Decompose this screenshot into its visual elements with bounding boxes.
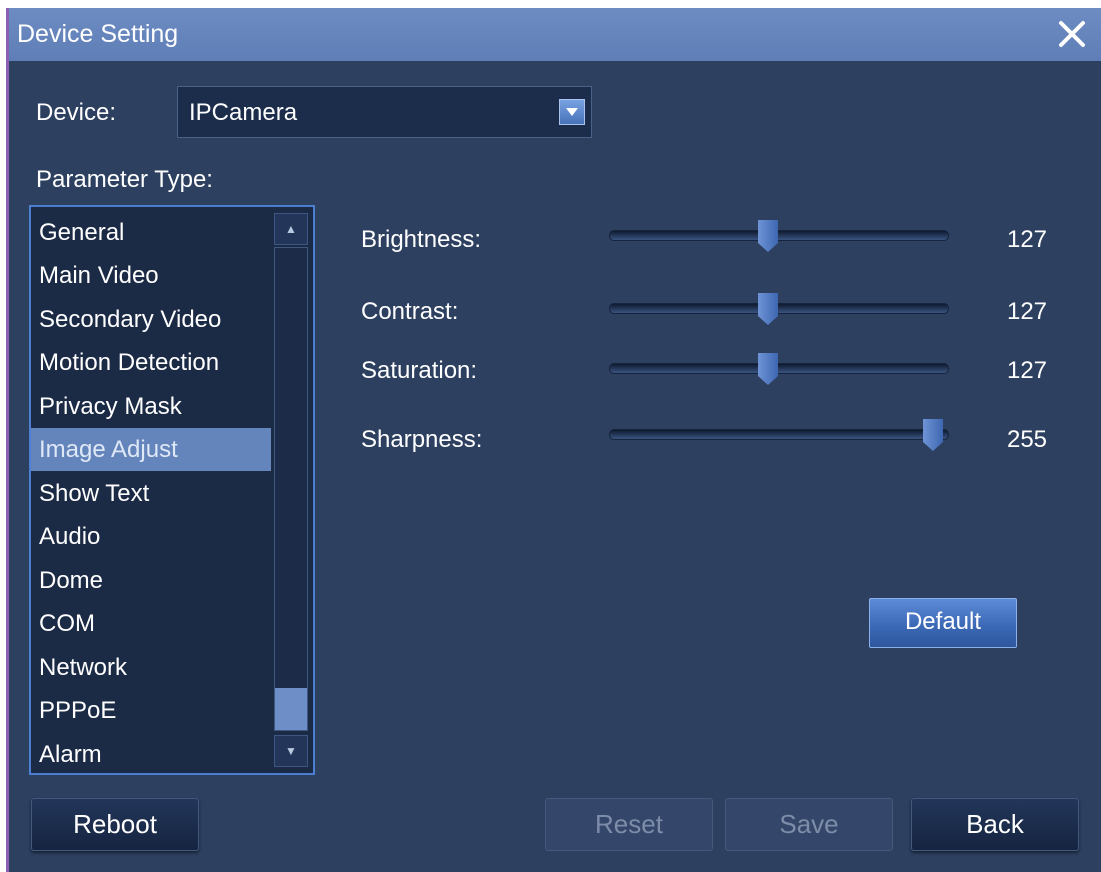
slider-thumb[interactable] (758, 353, 778, 385)
list-item-alarm[interactable]: Alarm (31, 733, 271, 776)
slider-track (609, 230, 949, 241)
save-button[interactable]: Save (725, 798, 893, 851)
list-item-pppoe[interactable]: PPPoE (31, 689, 271, 732)
title-bar: Device Setting (9, 8, 1101, 61)
reboot-button[interactable]: Reboot (31, 798, 199, 851)
slider-track (609, 429, 949, 440)
slider-thumb[interactable] (758, 220, 778, 252)
slider-track (609, 303, 949, 314)
list-item-dome[interactable]: Dome (31, 559, 271, 602)
list-item-com[interactable]: COM (31, 602, 271, 645)
list-item-main-video[interactable]: Main Video (31, 254, 271, 297)
scrollbar-thumb[interactable] (275, 688, 307, 730)
contrast-slider[interactable] (609, 293, 949, 325)
close-icon[interactable] (1053, 15, 1091, 53)
saturation-slider[interactable] (609, 353, 949, 385)
list-item-secondary-video[interactable]: Secondary Video (31, 298, 271, 341)
list-item-motion-detection[interactable]: Motion Detection (31, 341, 271, 384)
list-item-image-adjust[interactable]: Image Adjust (31, 428, 271, 471)
scroll-down-icon[interactable]: ▼ (274, 735, 308, 767)
slider-thumb[interactable] (758, 293, 778, 325)
slider-track (609, 363, 949, 374)
back-button[interactable]: Back (911, 798, 1079, 851)
scrollbar-track[interactable] (274, 247, 308, 731)
chevron-down-icon[interactable] (559, 99, 585, 125)
list-item-privacy-mask[interactable]: Privacy Mask (31, 385, 271, 428)
reset-button[interactable]: Reset (545, 798, 713, 851)
parameter-type-label: Parameter Type: (36, 166, 213, 193)
scroll-up-icon[interactable]: ▲ (274, 213, 308, 245)
sharpness-slider[interactable] (609, 419, 949, 451)
window-title: Device Setting (17, 20, 179, 48)
parameter-type-list: General Main Video Secondary Video Motio… (29, 205, 315, 775)
slider-thumb[interactable] (923, 419, 943, 451)
list-item-audio[interactable]: Audio (31, 515, 271, 558)
saturation-label: Saturation: (361, 357, 478, 384)
brightness-label: Brightness: (361, 226, 482, 253)
default-button[interactable]: Default (869, 598, 1017, 648)
device-dropdown-value: IPCamera (189, 99, 298, 126)
list-item-network[interactable]: Network (31, 646, 271, 689)
device-dropdown[interactable]: IPCamera (177, 86, 592, 138)
brightness-value: 127 (1006, 226, 1048, 253)
contrast-value: 127 (1006, 298, 1048, 325)
contrast-label: Contrast: (361, 298, 459, 325)
device-label: Device: (36, 99, 117, 126)
device-setting-window: Device Setting Device: IPCamera Paramete… (6, 8, 1101, 872)
brightness-slider[interactable] (609, 220, 949, 252)
saturation-value: 127 (1006, 357, 1048, 384)
list-scrollbar[interactable]: ▲ ▼ (273, 207, 311, 773)
sharpness-label: Sharpness: (361, 426, 483, 453)
sharpness-value: 255 (1006, 426, 1048, 453)
list-item-general[interactable]: General (31, 211, 271, 254)
list-item-show-text[interactable]: Show Text (31, 472, 271, 515)
